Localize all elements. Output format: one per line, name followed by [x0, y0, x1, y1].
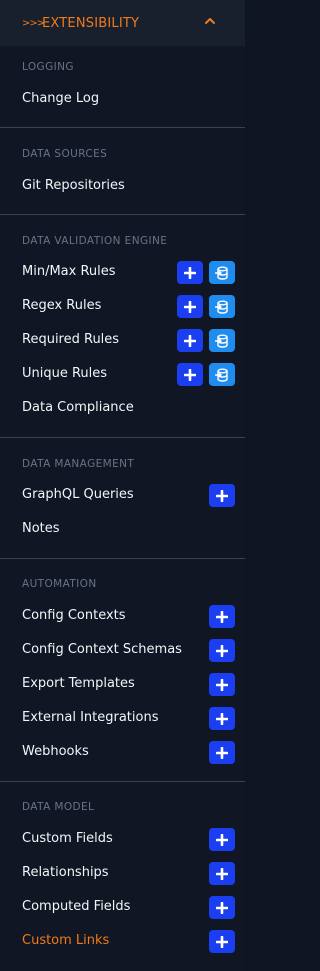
plus-icon	[216, 678, 228, 691]
nav-item-required-rules[interactable]: Required Rules	[22, 331, 119, 349]
nav-group-header[interactable]: >>> EXTENSIBILITY	[0, 0, 245, 46]
plus-icon	[184, 300, 196, 313]
add-regex-rule-button[interactable]	[177, 295, 203, 318]
import-unique-rules-button[interactable]	[209, 363, 235, 386]
add-computed-field-button[interactable]	[209, 896, 235, 919]
add-config-context-button[interactable]	[209, 605, 235, 628]
nav-item-relationships[interactable]: Relationships	[22, 864, 109, 882]
add-custom-link-button[interactable]	[209, 930, 235, 953]
nav-item-computed-fields[interactable]: Computed Fields	[22, 898, 130, 916]
import-regex-rules-button[interactable]	[209, 295, 235, 318]
plus-icon	[216, 712, 228, 725]
divider	[0, 437, 245, 438]
nav-item-git-repositories[interactable]: Git Repositories	[22, 177, 125, 195]
add-relationship-button[interactable]	[209, 862, 235, 885]
add-min-max-rule-button[interactable]	[177, 261, 203, 284]
nav-item-custom-fields[interactable]: Custom Fields	[22, 830, 113, 848]
add-required-rule-button[interactable]	[177, 329, 203, 352]
plus-icon	[184, 368, 196, 381]
plus-icon	[216, 867, 228, 880]
add-custom-field-button[interactable]	[209, 828, 235, 851]
nav-item-config-contexts[interactable]: Config Contexts	[22, 607, 126, 625]
add-config-context-schema-button[interactable]	[209, 639, 235, 662]
add-unique-rule-button[interactable]	[177, 363, 203, 386]
nav-item-config-context-schemas[interactable]: Config Context Schemas	[22, 641, 182, 659]
nav-item-custom-links[interactable]: Custom Links	[22, 932, 109, 950]
divider	[0, 781, 245, 782]
section-title-data-sources: DATA SOURCES	[22, 148, 108, 160]
database-import-icon	[215, 334, 228, 348]
database-import-icon	[215, 368, 228, 382]
nav-item-export-templates[interactable]: Export Templates	[22, 675, 135, 693]
chevron-up-icon[interactable]	[201, 14, 219, 32]
plus-icon	[216, 901, 228, 914]
add-graphql-query-button[interactable]	[209, 484, 235, 507]
import-min-max-rules-button[interactable]	[209, 261, 235, 284]
extensibility-nav: >>> EXTENSIBILITY LOGGING Change Log DAT…	[0, 0, 245, 971]
plus-icon	[216, 935, 228, 948]
divider	[0, 558, 245, 559]
plus-icon	[216, 610, 228, 623]
nav-item-graphql-queries[interactable]: GraphQL Queries	[22, 486, 134, 504]
divider	[0, 127, 245, 128]
import-required-rules-button[interactable]	[209, 329, 235, 352]
nav-item-webhooks[interactable]: Webhooks	[22, 743, 89, 761]
nav-group-title: EXTENSIBILITY	[42, 15, 140, 31]
add-external-integration-button[interactable]	[209, 707, 235, 730]
plus-icon	[184, 334, 196, 347]
add-webhook-button[interactable]	[209, 741, 235, 764]
plus-icon	[216, 644, 228, 657]
database-import-icon	[215, 300, 228, 314]
divider	[0, 214, 245, 215]
section-title-automation: AUTOMATION	[22, 578, 97, 590]
plus-icon	[216, 833, 228, 846]
nav-item-min-max-rules[interactable]: Min/Max Rules	[22, 263, 116, 281]
plus-icon	[216, 489, 228, 502]
nav-item-unique-rules[interactable]: Unique Rules	[22, 365, 107, 383]
nav-item-change-log[interactable]: Change Log	[22, 90, 99, 108]
nav-item-external-integrations[interactable]: External Integrations	[22, 709, 158, 727]
plus-icon	[184, 266, 196, 279]
database-import-icon	[215, 266, 228, 280]
nav-item-data-compliance[interactable]: Data Compliance	[22, 399, 134, 417]
nav-item-regex-rules[interactable]: Regex Rules	[22, 297, 101, 315]
section-title-logging: LOGGING	[22, 61, 74, 73]
section-title-data-validation-engine: DATA VALIDATION ENGINE	[22, 235, 168, 247]
chevrons-icon: >>>	[22, 17, 45, 29]
nav-item-notes[interactable]: Notes	[22, 520, 60, 538]
plus-icon	[216, 746, 228, 759]
section-title-data-management: DATA MANAGEMENT	[22, 458, 135, 470]
section-title-data-model: DATA MODEL	[22, 801, 95, 813]
add-export-template-button[interactable]	[209, 673, 235, 696]
